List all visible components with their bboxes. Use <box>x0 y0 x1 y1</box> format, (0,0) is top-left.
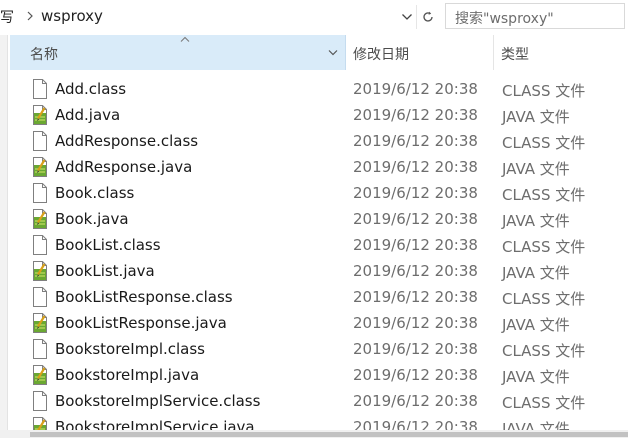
file-type: CLASS 文件 <box>502 134 586 152</box>
column-header: 名称 修改日期 类型 <box>0 35 628 70</box>
column-header-name[interactable]: 名称 <box>10 35 346 70</box>
file-type: CLASS 文件 <box>502 290 586 308</box>
java-file-icon <box>32 209 48 229</box>
file-modified-date: 2019/6/12 20:38 <box>353 314 478 332</box>
file-row[interactable]: AddResponse.class 2019/6/12 20:38 CLASS 文件 <box>0 128 628 154</box>
file-row[interactable]: BookList.java 2019/6/12 20:38 JAVA 文件 <box>0 258 628 284</box>
class-file-icon <box>32 183 48 203</box>
search-placeholder[interactable]: 搜索"wsproxy" <box>455 8 554 28</box>
file-name[interactable]: Add.java <box>55 106 120 124</box>
file-type: CLASS 文件 <box>502 342 586 360</box>
class-file-icon <box>32 79 48 99</box>
column-header-date[interactable]: 修改日期 <box>346 35 494 70</box>
file-type: JAVA 文件 <box>502 316 570 334</box>
column-filter-dropdown-icon[interactable] <box>326 45 340 59</box>
file-type: CLASS 文件 <box>502 82 586 100</box>
column-date-label: 修改日期 <box>353 47 409 63</box>
file-name[interactable]: BookListResponse.class <box>55 288 233 306</box>
breadcrumb-current[interactable]: wsproxy <box>41 7 103 25</box>
file-modified-date: 2019/6/12 20:38 <box>353 106 478 124</box>
file-type: JAVA 文件 <box>502 368 570 386</box>
file-name[interactable]: BookstoreImpl.java <box>55 366 199 384</box>
file-type: JAVA 文件 <box>502 160 570 178</box>
breadcrumb-parent[interactable]: 写 <box>0 7 14 27</box>
refresh-icon[interactable] <box>416 5 439 29</box>
file-modified-date: 2019/6/12 20:38 <box>353 210 478 228</box>
file-row[interactable]: BookList.class 2019/6/12 20:38 CLASS 文件 <box>0 232 628 258</box>
file-type: CLASS 文件 <box>502 186 586 204</box>
file-name[interactable]: Add.class <box>55 80 126 98</box>
file-row[interactable]: Add.java 2019/6/12 20:38 JAVA 文件 <box>0 102 628 128</box>
class-file-icon <box>32 235 48 255</box>
sort-ascending-icon <box>180 36 190 42</box>
file-modified-date: 2019/6/12 20:38 <box>353 262 478 280</box>
file-name[interactable]: BookList.java <box>55 262 155 280</box>
file-name[interactable]: Book.java <box>55 210 129 228</box>
file-modified-date: 2019/6/12 20:38 <box>353 288 478 306</box>
file-row[interactable]: BookstoreImpl.java 2019/6/12 20:38 JAVA 文件 <box>0 362 628 388</box>
java-file-icon <box>32 261 48 281</box>
file-row[interactable]: AddResponse.java 2019/6/12 20:38 JAVA 文件 <box>0 154 628 180</box>
file-modified-date: 2019/6/12 20:38 <box>353 158 478 176</box>
file-modified-date: 2019/6/12 20:38 <box>353 184 478 202</box>
address-dropdown-icon[interactable] <box>398 6 416 28</box>
file-modified-date: 2019/6/12 20:38 <box>353 80 478 98</box>
search-box[interactable]: 搜索"wsproxy" <box>445 3 625 29</box>
java-file-icon <box>32 157 48 177</box>
column-name-label: 名称 <box>30 47 58 63</box>
file-modified-date: 2019/6/12 20:38 <box>353 340 478 358</box>
file-name[interactable]: Book.class <box>55 184 134 202</box>
file-modified-date: 2019/6/12 20:38 <box>353 392 478 410</box>
class-file-icon <box>32 131 48 151</box>
file-type: CLASS 文件 <box>502 238 586 256</box>
horizontal-scrollbar[interactable] <box>0 430 628 438</box>
file-row[interactable]: BookstoreImpl.class 2019/6/12 20:38 CLASS … <box>0 336 628 362</box>
file-row[interactable]: Book.class 2019/6/12 20:38 CLASS 文件 <box>0 180 628 206</box>
file-row[interactable]: Add.class 2019/6/12 20:38 CLASS 文件 <box>0 76 628 102</box>
file-type: CLASS 文件 <box>502 394 586 412</box>
file-row[interactable]: BookListResponse.class 2019/6/12 20:38 CLA… <box>0 284 628 310</box>
address-bar[interactable]: 写 wsproxy <box>0 0 442 34</box>
file-modified-date: 2019/6/12 20:38 <box>353 132 478 150</box>
column-type-label: 类型 <box>501 47 529 63</box>
file-modified-date: 2019/6/12 20:38 <box>353 236 478 254</box>
column-header-type[interactable]: 类型 <box>494 35 628 70</box>
file-type: JAVA 文件 <box>502 108 570 126</box>
file-name[interactable]: AddResponse.java <box>55 158 192 176</box>
file-type: JAVA 文件 <box>502 264 570 282</box>
file-modified-date: 2019/6/12 20:38 <box>353 366 478 384</box>
java-file-icon <box>32 313 48 333</box>
file-name[interactable]: BookstoreImplService.class <box>55 392 260 410</box>
file-list: Add.class 2019/6/12 20:38 CLASS 文件 Add.java… <box>0 76 628 440</box>
file-row[interactable]: Book.java 2019/6/12 20:38 JAVA 文件 <box>0 206 628 232</box>
file-row[interactable]: BookListResponse.java 2019/6/12 20:38 JAVA… <box>0 310 628 336</box>
breadcrumb-chevron-icon[interactable] <box>24 9 36 23</box>
file-name[interactable]: BookList.class <box>55 236 161 254</box>
class-file-icon <box>32 287 48 307</box>
file-name[interactable]: AddResponse.class <box>55 132 198 150</box>
java-file-icon <box>32 105 48 125</box>
file-name[interactable]: BookstoreImpl.class <box>55 340 205 358</box>
class-file-icon <box>32 391 48 411</box>
scrollbar-thumb[interactable] <box>30 432 628 437</box>
java-file-icon <box>32 365 48 385</box>
file-name[interactable]: BookListResponse.java <box>55 314 227 332</box>
class-file-icon <box>32 339 48 359</box>
file-row[interactable]: BookstoreImplService.class 2019/6/12 20:3… <box>0 388 628 414</box>
file-type: JAVA 文件 <box>502 212 570 230</box>
